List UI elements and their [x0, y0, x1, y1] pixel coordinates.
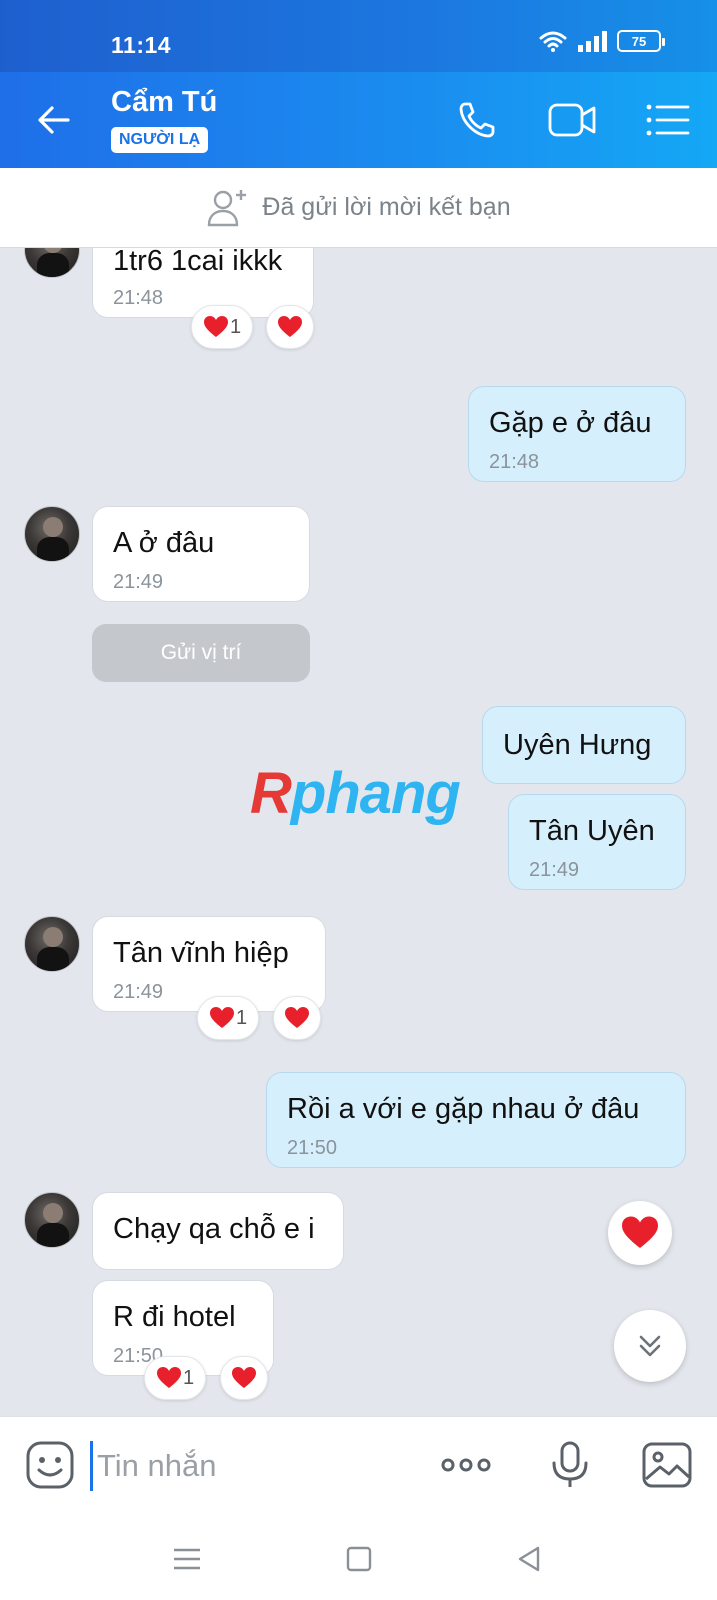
message-time: 21:48: [489, 451, 540, 473]
message-text: Tân vĩnh hiệp: [113, 937, 289, 969]
list-menu-icon[interactable]: [644, 98, 692, 142]
add-friend-icon: [208, 189, 247, 226]
chat-header: 11:14 75 Cẩm Tú NGƯỜI LẠ: [0, 0, 717, 168]
heart-icon: [203, 316, 228, 337]
message-bubble[interactable]: Gặp e ở đâu 21:48: [468, 386, 686, 482]
contact-name[interactable]: Cẩm Tú: [111, 86, 217, 119]
stranger-badge: NGƯỜI LẠ: [111, 127, 209, 153]
avatar[interactable]: [24, 916, 80, 972]
send-location-button[interactable]: Gửi vị trí: [92, 624, 310, 682]
back-triangle-icon[interactable]: [512, 1542, 546, 1576]
watermark-logo: Rphang: [250, 761, 461, 826]
message-time: 21:49: [113, 571, 164, 593]
microphone-icon[interactable]: [544, 1439, 596, 1491]
message-text: A ở đâu: [113, 527, 215, 559]
reaction-number: 1: [182, 1366, 195, 1389]
chat-messages[interactable]: 1tr6 1cai ikkk 21:48 1 Gặp e ở đâu 21:48…: [0, 248, 717, 1416]
react-button[interactable]: [220, 1356, 268, 1400]
system-navigation-bar: [0, 1516, 717, 1600]
reaction-number: 1: [229, 315, 242, 338]
friend-request-bar: Đã gửi lời mời kết bạn: [0, 168, 717, 248]
heart-icon: [278, 316, 302, 337]
message-text: Gặp e ở đâu: [489, 407, 652, 439]
message-text: Chạy qa chỗ e i: [113, 1213, 315, 1245]
message-bubble[interactable]: Rồi a với e gặp nhau ở đâu 21:50: [266, 1072, 686, 1168]
message-time: 21:49: [529, 859, 580, 881]
message-bubble[interactable]: Uyên Hưng: [482, 706, 686, 784]
wifi-icon: [539, 31, 567, 52]
avatar[interactable]: [24, 248, 80, 278]
recent-apps-icon[interactable]: [170, 1542, 204, 1576]
message-bubble[interactable]: Chạy qa chỗ e i: [92, 1192, 344, 1270]
react-button[interactable]: [273, 996, 321, 1040]
avatar[interactable]: [24, 1192, 80, 1248]
reaction-count[interactable]: 1: [144, 1356, 206, 1400]
status-time: 11:14: [111, 32, 172, 58]
status-icons: 75: [539, 30, 665, 52]
message-text: Uyên Hưng: [503, 729, 652, 761]
signal-icon: [578, 31, 607, 52]
message-input-bar: [0, 1416, 717, 1516]
message-time: 21:49: [113, 981, 164, 1003]
heart-icon: [232, 1367, 256, 1388]
status-bar: 11:14 75: [0, 0, 717, 72]
heart-icon: [209, 1007, 234, 1028]
reaction-count[interactable]: 1: [197, 996, 259, 1040]
battery-icon: 75: [617, 30, 665, 52]
heart-icon: [622, 1216, 658, 1248]
home-icon[interactable]: [342, 1542, 376, 1576]
heart-reaction-button[interactable]: [608, 1201, 672, 1265]
message-text: R đi hotel: [113, 1301, 236, 1333]
message-text: Tân Uyên: [529, 815, 655, 847]
heart-icon: [156, 1367, 181, 1388]
reaction-count[interactable]: 1: [191, 305, 253, 349]
message-bubble[interactable]: A ở đâu 21:49: [92, 506, 310, 602]
phone-icon[interactable]: [455, 98, 503, 142]
message-time: 21:48: [113, 287, 164, 309]
video-camera-icon[interactable]: [548, 98, 596, 142]
back-arrow-icon[interactable]: [32, 98, 76, 142]
avatar[interactable]: [24, 506, 80, 562]
message-time: 21:50: [287, 1137, 338, 1159]
scroll-to-bottom-button[interactable]: [614, 1310, 686, 1382]
more-options-icon[interactable]: [440, 1439, 492, 1491]
image-gallery-icon[interactable]: [641, 1439, 693, 1491]
double-chevron-down-icon: [639, 1335, 661, 1357]
reaction-number: 1: [235, 1006, 248, 1029]
message-bubble[interactable]: Tân Uyên 21:49: [508, 794, 686, 890]
emoji-sticker-icon[interactable]: [24, 1439, 76, 1491]
message-input[interactable]: [90, 1441, 420, 1491]
react-button[interactable]: [266, 305, 314, 349]
message-text: 1tr6 1cai ikkk: [113, 248, 283, 277]
message-text: Rồi a với e gặp nhau ở đâu: [287, 1093, 640, 1125]
heart-icon: [285, 1007, 309, 1028]
friend-request-text: Đã gửi lời mời kết bạn: [262, 193, 511, 221]
